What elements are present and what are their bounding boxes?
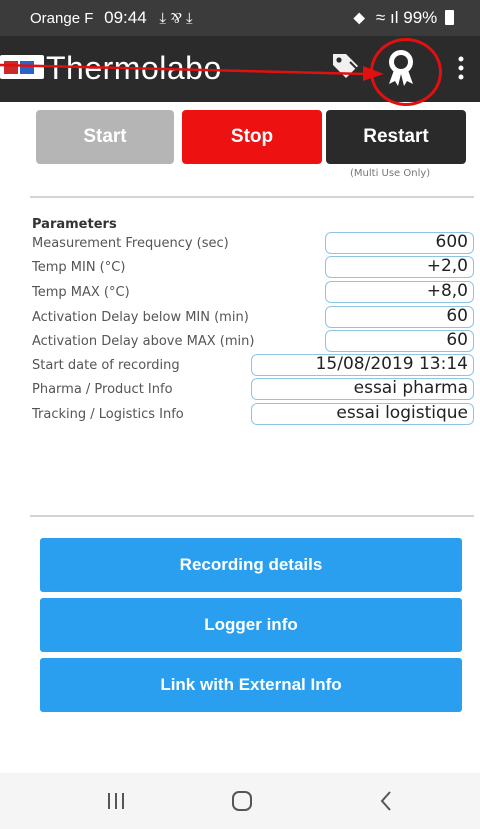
- system-nav-bar: [0, 773, 480, 829]
- delay-above-max-field[interactable]: 60: [325, 330, 474, 352]
- temp-min-field[interactable]: +2,0: [325, 256, 474, 278]
- status-left: Orange F 09:44 ⤓ ⅋ ⤓: [30, 8, 193, 28]
- restart-button[interactable]: Restart: [326, 110, 466, 164]
- battery-icon: [445, 10, 454, 25]
- measurement-frequency-label: Measurement Frequency (sec): [32, 236, 229, 251]
- link-external-info-button[interactable]: Link with External Info: [40, 658, 462, 712]
- status-time: 09:44: [104, 8, 147, 27]
- delay-above-max-label: Activation Delay above MAX (min): [32, 334, 255, 349]
- start-date-field[interactable]: 15/08/2019 13:14: [251, 354, 474, 376]
- measurement-frequency-field[interactable]: 600: [325, 232, 474, 254]
- temp-min-label: Temp MIN (°C): [32, 260, 126, 275]
- recording-details-button[interactable]: Recording details: [40, 538, 462, 592]
- tracking-info-label: Tracking / Logistics Info: [32, 407, 184, 422]
- battery-level: 99%: [403, 8, 438, 27]
- delay-below-min-label: Activation Delay below MIN (min): [32, 310, 249, 325]
- restart-note: (Multi Use Only): [350, 168, 431, 179]
- carrier-name: Orange F: [30, 10, 94, 27]
- status-bar: Orange F 09:44 ⤓ ⅋ ⤓ ⬥ ≈ ıl 99%: [0, 0, 480, 36]
- recent-apps-icon[interactable]: [96, 783, 136, 819]
- wifi-icon: ≈: [375, 8, 386, 27]
- divider: [30, 515, 474, 517]
- temp-max-field[interactable]: +8,0: [325, 281, 474, 303]
- signal-icon: ıl: [390, 8, 399, 27]
- pharma-info-field[interactable]: essai pharma: [251, 378, 474, 400]
- tracking-info-field[interactable]: essai logistique: [251, 403, 474, 425]
- parameters-heading: Parameters: [32, 217, 117, 232]
- start-date-label: Start date of recording: [32, 358, 180, 373]
- divider: [30, 196, 474, 198]
- annotation-arrow: [0, 63, 384, 81]
- notification-icons: ⤓ ⅋ ⤓: [159, 10, 193, 27]
- more-vertical-icon[interactable]: [456, 56, 466, 80]
- start-button[interactable]: Start: [36, 110, 174, 164]
- back-icon[interactable]: [366, 783, 406, 819]
- temp-max-label: Temp MAX (°C): [32, 285, 130, 300]
- stop-button[interactable]: Stop: [182, 110, 322, 164]
- status-right: ⬥ ≈ ıl 99%: [353, 8, 454, 28]
- home-icon[interactable]: [222, 783, 262, 819]
- delay-below-min-field[interactable]: 60: [325, 306, 474, 328]
- pharma-info-label: Pharma / Product Info: [32, 382, 173, 397]
- location-icon: ⬥: [353, 8, 366, 27]
- logger-info-button[interactable]: Logger info: [40, 598, 462, 652]
